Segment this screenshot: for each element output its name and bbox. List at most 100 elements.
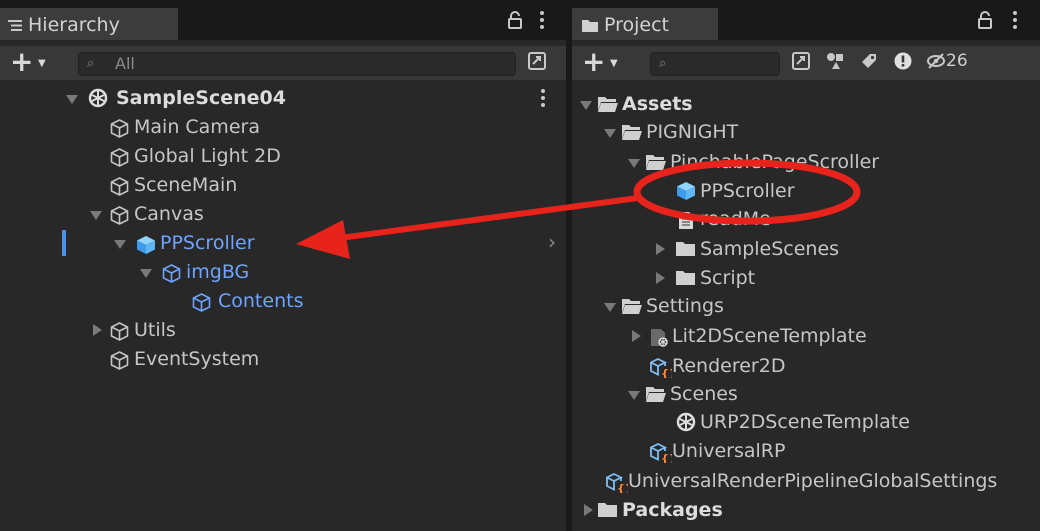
- svg-text:{}: {}: [661, 367, 672, 378]
- hierarchy-item[interactable]: EventSystem: [0, 345, 566, 374]
- prefab-icon: [136, 235, 156, 255]
- item-label: Scenes: [670, 383, 738, 405]
- item-label: PPScroller: [700, 180, 795, 202]
- tag-icon[interactable]: [860, 52, 878, 70]
- project-item-scene-template[interactable]: Lit2DSceneTemplate: [572, 322, 1040, 351]
- project-item-folder[interactable]: Assets: [572, 90, 1040, 119]
- chevron-right-icon[interactable]: ›: [548, 230, 556, 254]
- project-item-folder[interactable]: SampleScenes: [572, 235, 1040, 264]
- svg-text:{}: {}: [617, 482, 628, 493]
- tab-project[interactable]: Project: [572, 8, 718, 40]
- folder-open-icon: [598, 96, 618, 112]
- project-item-asset[interactable]: {} Renderer2D: [572, 352, 1040, 381]
- gameobject-icon: [110, 148, 129, 167]
- fold-arrow-icon[interactable]: [604, 303, 616, 312]
- fold-arrow-icon[interactable]: [140, 269, 152, 278]
- item-label: EventSystem: [134, 348, 260, 370]
- chevron-down-icon[interactable]: ▼: [610, 58, 618, 69]
- hierarchy-item[interactable]: Canvas: [0, 200, 566, 229]
- project-item-scene[interactable]: URP2DSceneTemplate: [572, 408, 1040, 437]
- create-button[interactable]: +: [582, 48, 605, 76]
- fold-arrow-icon[interactable]: [66, 95, 78, 104]
- item-label: URP2DSceneTemplate: [700, 411, 910, 433]
- create-button[interactable]: +: [10, 48, 33, 76]
- search-window-icon[interactable]: [792, 52, 810, 70]
- hierarchy-item[interactable]: Main Camera: [0, 113, 566, 142]
- filter-by-type-icon[interactable]: [826, 52, 844, 70]
- project-search-input[interactable]: ⌕: [650, 52, 780, 76]
- scriptable-asset-icon: {}: [606, 473, 628, 493]
- hidden-packages-icon[interactable]: [926, 52, 946, 70]
- lock-icon[interactable]: [508, 5, 522, 29]
- item-label: readMe: [700, 208, 771, 230]
- item-label: Main Camera: [134, 116, 260, 138]
- unity-scene-icon: [676, 412, 696, 432]
- selection-indicator: [62, 230, 66, 256]
- fold-arrow-icon[interactable]: [90, 211, 102, 220]
- search-icon: ⌕: [659, 56, 667, 71]
- hierarchy-item[interactable]: Utils: [0, 316, 566, 345]
- item-label: Utils: [134, 319, 176, 341]
- svg-text:{}: {}: [661, 452, 672, 463]
- project-item-asset[interactable]: {} UniversalRenderPipelineGlobalSettings: [572, 467, 1040, 496]
- folder-open-icon: [646, 386, 666, 402]
- gameobject-icon: [110, 351, 129, 370]
- item-label: SceneMain: [134, 174, 238, 196]
- fold-arrow-icon[interactable]: [656, 272, 665, 284]
- folder-open-icon: [622, 298, 642, 314]
- fold-arrow-icon[interactable]: [580, 101, 592, 110]
- item-label: PinchablePageScroller: [670, 151, 880, 173]
- scene-template-icon: [650, 328, 670, 348]
- project-tabbar: Project: [572, 0, 1040, 40]
- folder-icon: [598, 502, 617, 518]
- hierarchy-item[interactable]: Contents: [0, 287, 566, 316]
- fold-arrow-icon[interactable]: [604, 129, 616, 138]
- hierarchy-toolbar: + ▼ ⌕ All: [0, 46, 566, 80]
- folder-icon: [676, 241, 695, 257]
- project-item-folder[interactable]: Scenes: [572, 380, 1040, 409]
- lock-icon[interactable]: [978, 5, 992, 29]
- project-item-folder[interactable]: PinchablePageScroller: [572, 148, 1040, 177]
- hierarchy-item[interactable]: Global Light 2D: [0, 142, 566, 171]
- item-label: Canvas: [134, 203, 204, 225]
- unity-scene-icon: [88, 88, 108, 108]
- project-item-folder[interactable]: Packages: [572, 496, 1040, 525]
- project-item-folder[interactable]: PIGNIGHT: [572, 118, 1040, 147]
- more-options-icon[interactable]: [1012, 5, 1018, 29]
- search-icon: ⌕: [87, 56, 95, 71]
- item-label: SampleScenes: [700, 238, 840, 260]
- hierarchy-item[interactable]: SceneMain: [0, 171, 566, 200]
- fold-arrow-icon[interactable]: [628, 391, 640, 400]
- item-label: Settings: [646, 295, 724, 317]
- folder-icon: [582, 19, 598, 32]
- tab-hierarchy-label: Hierarchy: [28, 14, 120, 36]
- scriptable-asset-icon: {}: [650, 443, 672, 463]
- prefab-icon: [676, 181, 696, 201]
- fold-arrow-icon[interactable]: [632, 330, 641, 342]
- fold-arrow-icon[interactable]: [656, 243, 665, 255]
- fold-arrow-icon[interactable]: [584, 504, 593, 516]
- hierarchy-item-selected[interactable]: PPScroller ›: [0, 229, 566, 258]
- item-label: Global Light 2D: [134, 145, 281, 167]
- project-item-folder[interactable]: Script: [572, 264, 1040, 293]
- tab-hierarchy[interactable]: Hierarchy: [0, 8, 178, 40]
- hierarchy-search-input[interactable]: ⌕ All: [78, 52, 516, 76]
- more-options-icon[interactable]: [539, 5, 545, 29]
- project-item-file[interactable]: readMe: [572, 205, 1040, 234]
- hierarchy-item[interactable]: imgBG: [0, 258, 566, 287]
- fold-arrow-icon[interactable]: [93, 324, 102, 336]
- list-icon: [8, 19, 22, 32]
- gameobject-icon: [110, 119, 129, 138]
- fold-arrow-icon[interactable]: [628, 159, 640, 168]
- project-item-folder[interactable]: Settings: [572, 292, 1040, 321]
- project-item-asset[interactable]: {} UniversalRP: [572, 437, 1040, 466]
- project-item-prefab[interactable]: PPScroller: [572, 177, 1040, 206]
- scene-more-icon[interactable]: [540, 84, 546, 107]
- fold-arrow-icon[interactable]: [114, 240, 126, 249]
- hierarchy-tabbar: Hierarchy: [0, 0, 566, 40]
- chevron-down-icon[interactable]: ▼: [38, 58, 46, 69]
- scene-name: SampleScene04: [116, 87, 286, 109]
- scene-visibility-icon[interactable]: [528, 52, 546, 70]
- hierarchy-item-scene[interactable]: SampleScene04: [0, 84, 566, 113]
- warning-icon[interactable]: [894, 52, 912, 70]
